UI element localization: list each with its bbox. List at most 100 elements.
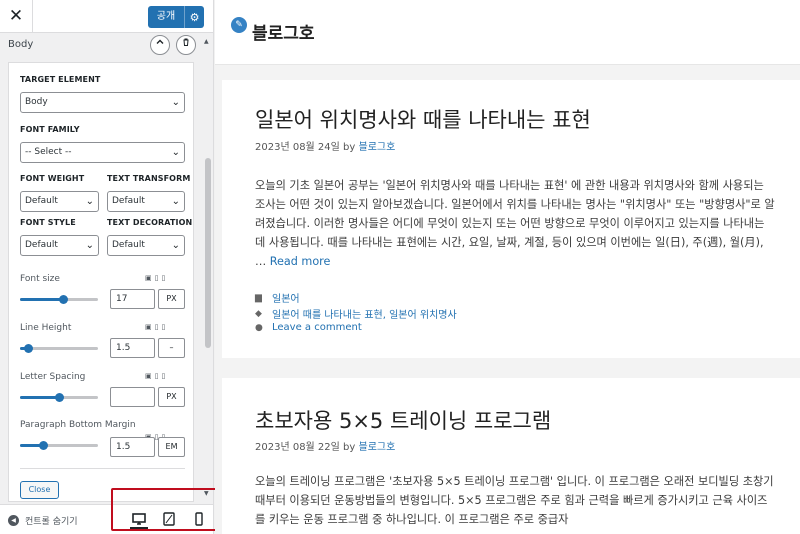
target-element-select[interactable]: Body ⌄: [20, 92, 185, 113]
font-size-input[interactable]: 17: [110, 289, 155, 309]
paragraph-margin-input[interactable]: 1.5: [110, 437, 155, 457]
paragraph-margin-slider-handle[interactable]: [39, 441, 49, 450]
text-decoration-value: Default: [112, 240, 145, 250]
post-tags: ◆ 일본어 때를 나타내는 표현, 일본어 위치명사: [255, 306, 457, 322]
letter-spacing-slider-handle[interactable]: [55, 393, 64, 402]
responsive-device-icons[interactable]: ▣▯▯: [145, 323, 168, 331]
font-style-select[interactable]: Default ⌄: [20, 235, 99, 256]
text-decoration-label: TEXT DECORATION: [107, 218, 193, 227]
text-transform-value: Default: [112, 196, 145, 206]
chevron-down-icon: ⌄: [85, 240, 94, 251]
customizer-header: ✕ 공개 ⚙: [0, 0, 213, 33]
scroll-up-arrow-icon[interactable]: ▲: [204, 38, 209, 45]
text-transform-label: TEXT TRANSFORM: [107, 174, 191, 183]
post-excerpt: 오늘의 기초 일본어 공부는 '일본어 위치명사와 때를 나타내는 표현' 에 …: [255, 176, 775, 271]
line-height-slider-handle[interactable]: [23, 344, 33, 353]
site-title[interactable]: 블로그호: [252, 19, 315, 44]
post-title[interactable]: 초보자용 5×5 트레이닝 프로그램: [255, 405, 551, 435]
section-header: Body: [0, 33, 200, 58]
responsive-device-icons[interactable]: ▣▯▯: [145, 372, 168, 380]
line-height-unit-button[interactable]: –: [158, 338, 185, 358]
collapse-controls-button[interactable]: ◀ 컨트롤 숨기기: [8, 514, 78, 527]
chevron-down-icon: ⌄: [171, 196, 180, 207]
paragraph-margin-label: Paragraph Bottom Margin: [20, 420, 136, 430]
gear-icon[interactable]: ⚙: [185, 11, 204, 24]
leave-comment-link[interactable]: Leave a comment: [272, 322, 362, 333]
arrow-left-icon: ◀: [8, 515, 19, 526]
post-meta: 2023년 08월 24일 by 블로그호: [255, 138, 395, 153]
responsive-device-icons[interactable]: ▣▯▯: [145, 274, 168, 282]
post-excerpt: 오늘의 트레이닝 프로그램은 '초보자용 5×5 트레이닝 프로그램' 입니다.…: [255, 475, 774, 526]
post-by: by: [343, 442, 356, 453]
post-date[interactable]: 2023년 08월 22일: [255, 442, 340, 453]
font-size-unit-button[interactable]: PX: [158, 289, 185, 309]
post-date[interactable]: 2023년 08월 24일: [255, 142, 340, 153]
post-by: by: [343, 142, 356, 153]
target-element-label: TARGET ELEMENT: [20, 75, 101, 84]
font-weight-label: FONT WEIGHT: [20, 174, 85, 183]
section-title: Body: [8, 39, 34, 50]
font-size-slider-fill: [20, 298, 63, 301]
site-header: ✎ 블로그호: [215, 0, 800, 65]
post-author-link[interactable]: 블로그호: [359, 142, 396, 153]
typography-panel: TARGET ELEMENT Body ⌄ FONT FAMILY -- Sel…: [8, 62, 194, 502]
font-size-label: Font size: [20, 274, 60, 284]
chevron-down-icon: ⌄: [171, 147, 180, 158]
publish-label[interactable]: 공개: [148, 6, 185, 28]
tag-icon: ◆: [255, 308, 262, 319]
post-category: ▆ 일본어: [255, 290, 300, 306]
line-height-input[interactable]: 1.5: [110, 338, 155, 358]
divider: [20, 468, 185, 469]
font-family-select[interactable]: -- Select -- ⌄: [20, 142, 185, 163]
edit-pencil-icon[interactable]: ✎: [231, 17, 247, 33]
comment-icon: ●: [255, 322, 263, 333]
letter-spacing-input[interactable]: [110, 387, 155, 407]
chevron-down-icon: ⌄: [85, 196, 94, 207]
line-height-slider[interactable]: [20, 344, 98, 353]
post-title[interactable]: 일본어 위치명사와 때를 나타내는 표현: [255, 104, 591, 134]
post-meta: 2023년 08월 22일 by 블로그호: [255, 438, 395, 453]
font-style-value: Default: [25, 240, 58, 250]
post-article: 일본어 위치명사와 때를 나타내는 표현 2023년 08월 24일 by 블로…: [222, 80, 800, 358]
category-link[interactable]: 일본어: [272, 290, 300, 305]
tags-link[interactable]: 일본어 때를 나타내는 표현, 일본어 위치명사: [272, 306, 457, 321]
font-size-slider-handle[interactable]: [58, 295, 68, 304]
folder-icon: ▆: [255, 292, 262, 303]
font-weight-value: Default: [25, 196, 58, 206]
chevron-down-icon: ⌄: [171, 240, 180, 251]
read-more-link[interactable]: Read more: [270, 255, 331, 268]
font-family-label: FONT FAMILY: [20, 125, 80, 134]
chevron-down-icon: ⌄: [171, 97, 180, 108]
trash-icon: [183, 38, 189, 46]
font-weight-select[interactable]: Default ⌄: [20, 191, 99, 212]
close-customizer-button[interactable]: ✕: [0, 0, 33, 33]
customizer-sidebar: ✕ 공개 ⚙ Body TARGET ELEMENT Body ⌄ FONT F…: [0, 0, 214, 534]
paragraph-margin-slider[interactable]: [20, 441, 98, 450]
move-up-button[interactable]: [150, 35, 170, 55]
letter-spacing-label: Letter Spacing: [20, 372, 86, 382]
post-author-link[interactable]: 블로그호: [359, 442, 396, 453]
paragraph-margin-unit-button[interactable]: EM: [158, 437, 185, 457]
collapse-label: 컨트롤 숨기기: [25, 517, 78, 527]
text-decoration-select[interactable]: Default ⌄: [107, 235, 185, 256]
scrollbar-thumb[interactable]: [205, 158, 211, 348]
target-element-value: Body: [25, 97, 48, 107]
letter-spacing-unit-button[interactable]: PX: [158, 387, 185, 407]
post-article: 초보자용 5×5 트레이닝 프로그램 2023년 08월 22일 by 블로그호…: [222, 378, 800, 534]
font-size-slider[interactable]: [20, 295, 98, 304]
line-height-label: Line Height: [20, 323, 72, 333]
font-style-label: FONT STYLE: [20, 218, 76, 227]
delete-button[interactable]: [176, 35, 196, 55]
chevron-up-icon: [156, 39, 164, 44]
letter-spacing-slider-fill: [20, 396, 59, 399]
site-preview: ✎ 블로그호 일본어 위치명사와 때를 나타내는 표현 2023년 08월 24…: [215, 0, 800, 534]
device-preview-highlight-box: [111, 488, 228, 531]
post-comment: ● Leave a comment: [255, 322, 362, 333]
publish-button[interactable]: 공개 ⚙: [148, 6, 204, 28]
font-family-value: -- Select --: [25, 147, 72, 157]
letter-spacing-slider[interactable]: [20, 393, 98, 402]
post-excerpt-text: 오늘의 기초 일본어 공부는 '일본어 위치명사와 때를 나타내는 표현' 에 …: [255, 179, 775, 268]
close-panel-button[interactable]: Close: [20, 481, 59, 499]
text-transform-select[interactable]: Default ⌄: [107, 191, 185, 212]
sidebar-scrollbar[interactable]: ▲ ▼: [203, 38, 213, 498]
